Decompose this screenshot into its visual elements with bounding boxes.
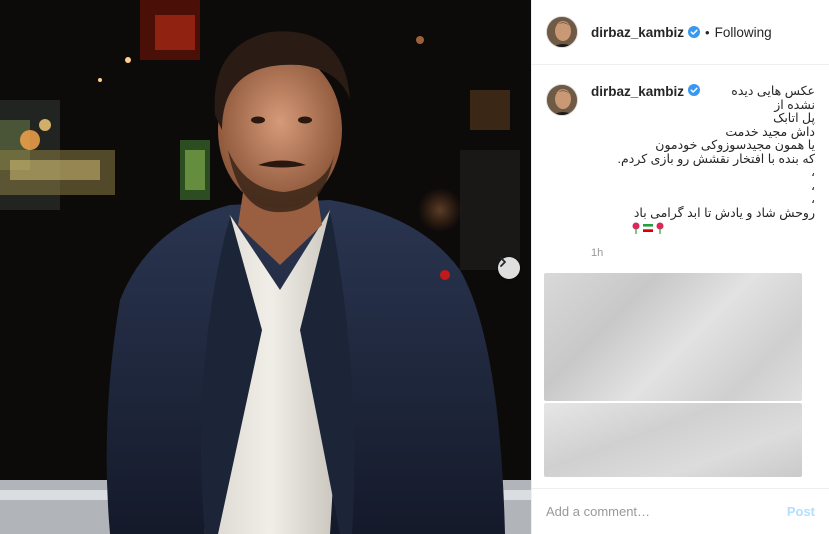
avatar-image <box>547 17 577 47</box>
next-photo-button[interactable] <box>498 257 520 279</box>
caption-line: روحش شاد و یادش تا ابد گرامی باد <box>633 205 815 220</box>
caption-line: ، <box>810 178 815 193</box>
verified-badge-icon <box>688 84 701 96</box>
comment-input[interactable] <box>546 504 787 519</box>
caption-line: ، <box>810 165 815 179</box>
caption-line: ، <box>810 192 815 206</box>
blurred-comments <box>544 273 802 401</box>
post-time[interactable]: 1h <box>591 247 829 259</box>
post-button[interactable]: Post <box>787 504 815 519</box>
caption-line: داش مجید خدمت <box>725 124 815 139</box>
chevron-right-icon <box>500 257 506 267</box>
caption-line: که بنده با افتخار نقشش رو بازی کردم. <box>617 151 815 166</box>
caption-line: یا همون مجیدسوزوکی خودمون <box>655 138 815 152</box>
post-sidebar: dirbaz_kambiz • Following dirbaz_kambiz … <box>531 0 829 534</box>
rose-icon <box>631 221 641 234</box>
comments-area[interactable]: dirbaz_kambiz عکس هایی دیده نشده از پل ا… <box>532 66 829 489</box>
caption: dirbaz_kambiz عکس هایی دیده نشده از پل ا… <box>532 66 829 234</box>
post-photo-illustration <box>0 0 531 534</box>
add-comment-bar: Post <box>532 488 829 534</box>
caption-emoji <box>591 221 815 234</box>
separator-dot: • <box>705 24 710 40</box>
caption-text: پل اتابک داش مجید خدمت یا همون مجیدسوزوک… <box>591 111 815 220</box>
caption-first-line: عکس هایی دیده نشده از <box>731 84 815 112</box>
following-button[interactable]: Following <box>715 25 772 40</box>
caption-line: پل اتابک <box>773 111 815 125</box>
avatar[interactable] <box>546 16 578 48</box>
verified-badge-icon <box>688 26 701 38</box>
blurred-comments <box>544 403 802 477</box>
caption-username[interactable]: dirbaz_kambiz <box>591 84 684 99</box>
avatar-image <box>547 85 577 115</box>
post-photo[interactable] <box>0 0 531 534</box>
caption-avatar[interactable] <box>546 84 578 116</box>
post-header: dirbaz_kambiz • Following <box>532 0 829 65</box>
header-username[interactable]: dirbaz_kambiz <box>591 25 684 40</box>
iran-flag-icon <box>643 221 653 233</box>
rose-icon <box>655 221 665 234</box>
